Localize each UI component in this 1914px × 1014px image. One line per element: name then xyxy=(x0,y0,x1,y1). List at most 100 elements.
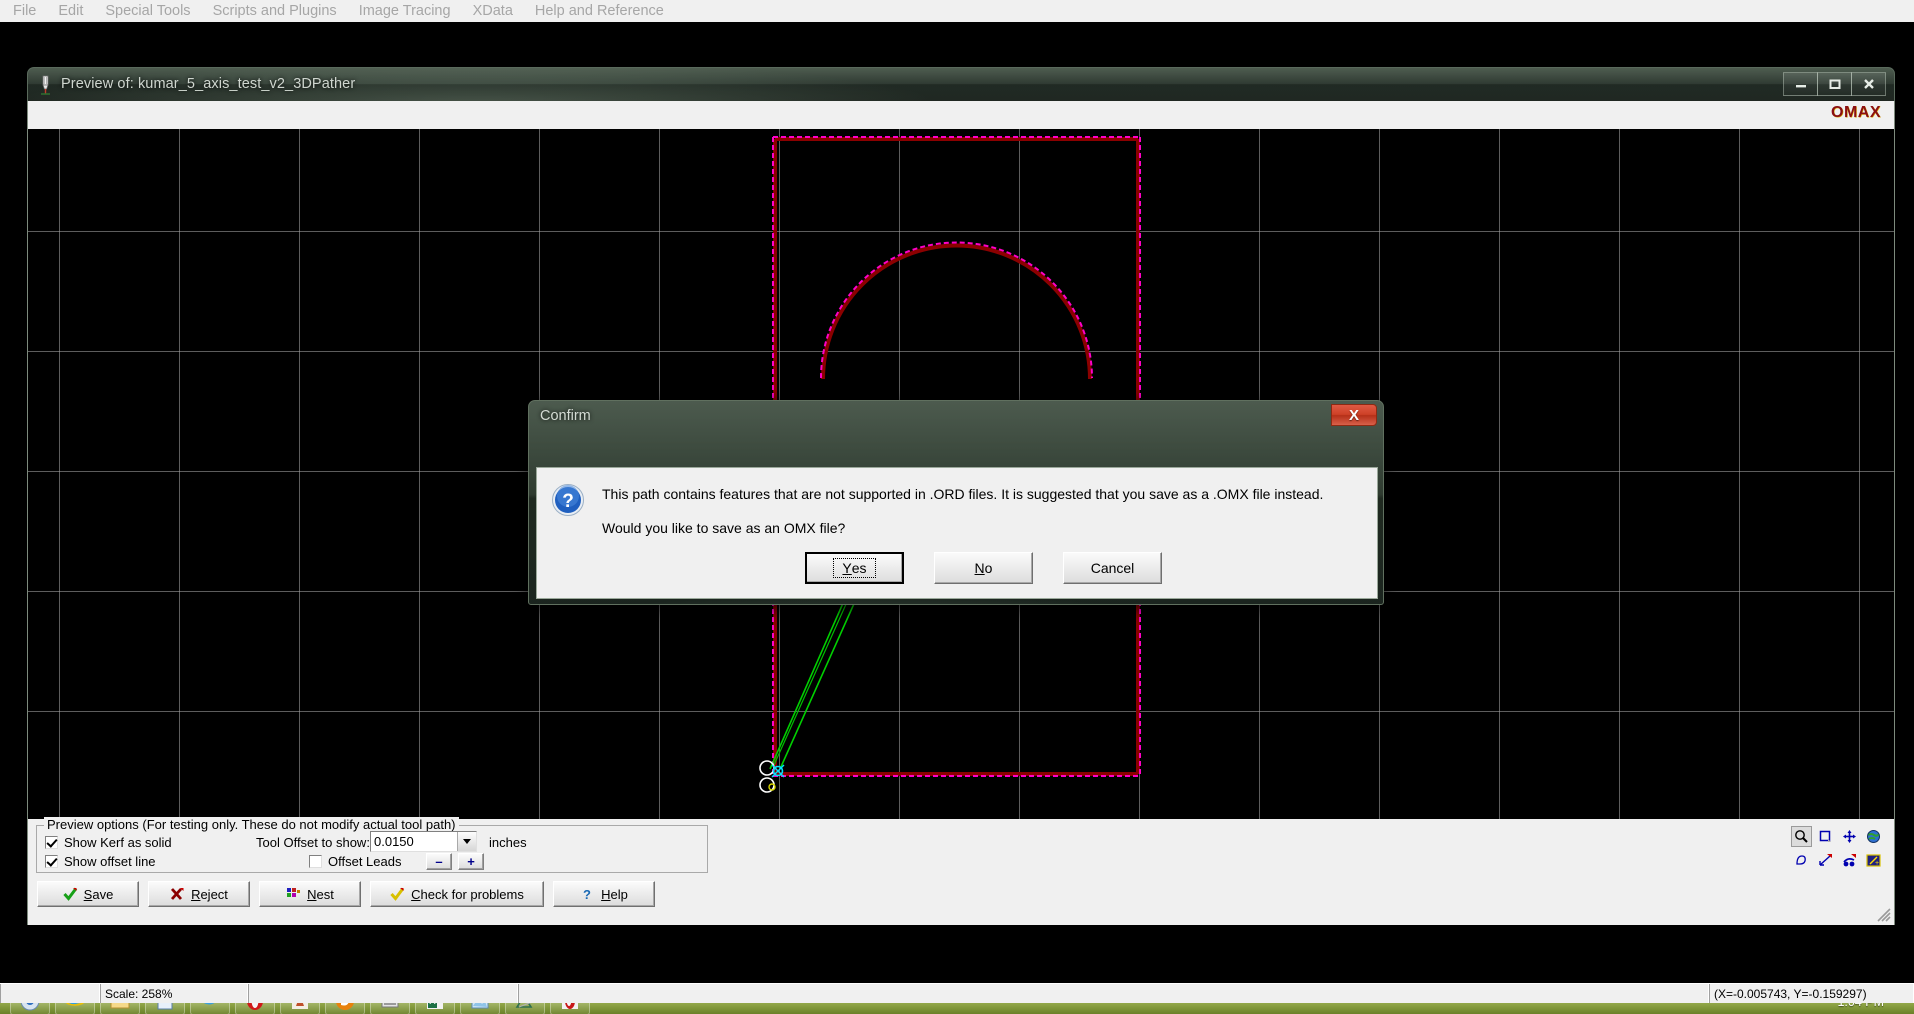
offset-leads-checkbox-box[interactable] xyxy=(309,855,322,868)
reject-button[interactable]: Reject xyxy=(148,881,250,907)
offset-decrement-button[interactable]: – xyxy=(426,853,452,870)
svg-text:X: X xyxy=(429,1003,436,1007)
windows-taskbar: X 1:04 PM xyxy=(0,1003,1914,1014)
desktop-root: File Edit Special Tools Scripts and Plug… xyxy=(0,0,1914,1014)
browser-task[interactable] xyxy=(190,1003,230,1014)
save-button[interactable]: Save xyxy=(37,881,139,907)
media-player-task[interactable] xyxy=(10,1003,50,1014)
zoom-magnifier-icon[interactable] xyxy=(1791,826,1812,847)
pan-move-icon[interactable] xyxy=(1839,826,1860,847)
menu-item-help-and-reference[interactable]: Help and Reference xyxy=(524,0,675,22)
window-controls xyxy=(1784,72,1886,96)
confirm-message-line-2: Would you like to save as an OMX file? xyxy=(602,520,845,536)
confirm-dialog-title: Confirm xyxy=(540,408,591,424)
status-pane-3 xyxy=(248,984,518,1003)
menu-item-image-tracing[interactable]: Image Tracing xyxy=(348,0,462,22)
svg-text:+: + xyxy=(1875,860,1879,867)
excel-task[interactable]: X xyxy=(415,1003,455,1014)
no-button-label: No xyxy=(975,560,993,576)
taskbar-clock: 1:04 PM xyxy=(1837,1003,1884,1009)
calculator-task[interactable] xyxy=(370,1003,410,1014)
pdf-task[interactable] xyxy=(280,1003,320,1014)
nest-icon xyxy=(286,887,301,901)
show-offset-line-checkbox-box[interactable] xyxy=(45,855,58,868)
quality-legend-icon[interactable]: + xyxy=(1863,850,1884,871)
chevron-down-icon[interactable] xyxy=(457,832,476,851)
nest-button[interactable]: Nest xyxy=(259,881,361,907)
menu-item-file[interactable]: File xyxy=(2,0,47,22)
path-direction-icon[interactable] xyxy=(1815,850,1836,871)
office-task[interactable] xyxy=(325,1003,365,1014)
application-menu-bar: File Edit Special Tools Scripts and Plug… xyxy=(0,0,1914,22)
cancel-button-label: Cancel xyxy=(1091,560,1135,576)
opera-task[interactable] xyxy=(235,1003,275,1014)
internet-explorer-task[interactable] xyxy=(55,1003,95,1014)
yes-button-label: Yes xyxy=(833,558,875,578)
action-button-bar: Save Reject xyxy=(37,881,655,907)
status-pane-1 xyxy=(0,984,100,1003)
preview-window-title: Preview of: kumar_5_axis_test_v2_3DPathe… xyxy=(61,76,355,92)
menu-item-special-tools[interactable]: Special Tools xyxy=(94,0,201,22)
offset-increment-button[interactable]: + xyxy=(458,853,484,870)
check-for-problems-button-label: Check for problems xyxy=(411,887,524,902)
checkbox-offset-leads[interactable]: Offset Leads xyxy=(309,854,401,869)
show-kerf-checkbox-box[interactable] xyxy=(45,836,58,849)
red-x-icon xyxy=(170,887,185,901)
confirm-dialog-buttons: Yes No Cancel xyxy=(805,552,1162,584)
nozzle-icon xyxy=(36,74,56,96)
confirm-message-line-1: This path contains features that are not… xyxy=(602,486,1323,502)
checkbox-show-kerf-as-solid[interactable]: Show Kerf as solid xyxy=(45,835,172,850)
minimize-icon[interactable] xyxy=(1783,72,1818,96)
document-task[interactable] xyxy=(145,1003,185,1014)
maximize-icon[interactable] xyxy=(1817,72,1852,96)
menu-item-edit[interactable]: Edit xyxy=(47,0,94,22)
show-kerf-label: Show Kerf as solid xyxy=(64,835,172,850)
confirm-dialog-body: ? This path contains features that are n… xyxy=(536,467,1378,599)
preview-options-group: Preview options (For testing only. These… xyxy=(36,825,708,873)
help-button[interactable]: ? Help xyxy=(553,881,655,907)
nest-button-label: Nest xyxy=(307,887,334,902)
status-coordinates: (X=-0.005743, Y=-0.159297) xyxy=(1709,984,1914,1003)
question-circle-icon: ? xyxy=(551,483,585,517)
svg-text:?: ? xyxy=(583,887,591,901)
globe-view-icon[interactable] xyxy=(1863,826,1884,847)
cad-task[interactable] xyxy=(505,1003,545,1014)
confirm-dialog: Confirm X ? This path contains features … xyxy=(528,400,1384,605)
status-scale: Scale: 258% xyxy=(100,984,248,1003)
preview-options-panel: Preview options (For testing only. These… xyxy=(27,819,1895,925)
zoom-window-icon[interactable] xyxy=(1815,826,1836,847)
tool-offset-input[interactable] xyxy=(371,832,457,851)
yes-button[interactable]: Yes xyxy=(805,552,904,584)
close-icon[interactable] xyxy=(1851,72,1886,96)
menu-item-scripts-and-plugins[interactable]: Scripts and Plugins xyxy=(202,0,348,22)
green-check-icon xyxy=(63,887,78,901)
checkbox-show-offset-line[interactable]: Show offset line xyxy=(45,854,156,869)
omax-logo: OMAX xyxy=(1831,104,1881,122)
image-viewer-task[interactable] xyxy=(460,1003,500,1014)
traverse-view-icon[interactable] xyxy=(1839,850,1860,871)
cancel-button[interactable]: Cancel xyxy=(1063,552,1162,584)
reject-button-label: Reject xyxy=(191,887,228,902)
taskbar-items: X xyxy=(10,1003,590,1014)
file-explorer-task[interactable] xyxy=(100,1003,140,1014)
tool-offset-combobox[interactable] xyxy=(370,831,477,852)
omax-make-task[interactable] xyxy=(550,1003,590,1014)
save-button-label: Save xyxy=(84,887,114,902)
svg-text:?: ? xyxy=(562,491,574,512)
desktop-backdrop xyxy=(0,22,1914,67)
menu-item-xdata[interactable]: XData xyxy=(462,0,524,22)
zoom-fit-icon[interactable] xyxy=(1791,850,1812,871)
preview-window-titlebar[interactable]: Preview of: kumar_5_axis_test_v2_3DPathe… xyxy=(27,67,1895,101)
preview-logo-bar: OMAX xyxy=(27,101,1895,129)
resize-grip[interactable] xyxy=(1877,908,1891,922)
check-for-problems-button[interactable]: Check for problems xyxy=(370,881,544,907)
preview-options-legend: Preview options (For testing only. These… xyxy=(44,817,459,832)
no-button[interactable]: No xyxy=(934,552,1033,584)
yellow-check-icon xyxy=(390,887,405,901)
close-icon[interactable]: X xyxy=(1331,404,1377,426)
help-button-label: Help xyxy=(601,887,628,902)
status-bar: Scale: 258% (X=-0.005743, Y=-0.159297) xyxy=(0,983,1914,1003)
view-tool-palette: + xyxy=(1791,826,1884,871)
show-offset-line-label: Show offset line xyxy=(64,854,156,869)
offset-leads-label: Offset Leads xyxy=(328,854,401,869)
